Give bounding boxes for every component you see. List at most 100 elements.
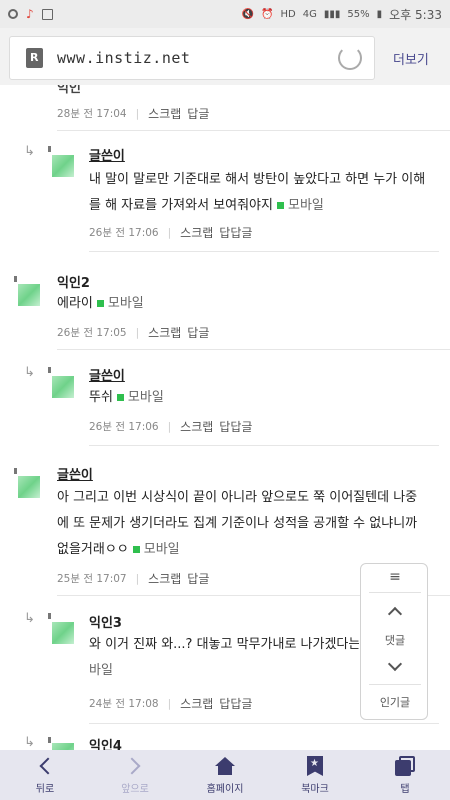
reply-arrow-icon: ↳ xyxy=(24,144,35,159)
scrap-button[interactable]: 스크랩 xyxy=(180,224,213,241)
comment-reply: ↳ 글쓴이 내 말이 말로만 기준대로 해서 방탄이 높았다고 하면 누가 이해… xyxy=(0,131,450,251)
popular-button[interactable]: 인기글 xyxy=(361,694,429,710)
comment-nickname[interactable]: 익인3 xyxy=(89,612,122,631)
comment-meta: 25분 전 17:07 | 스크랩 답글 xyxy=(57,570,215,587)
chevron-up-icon xyxy=(387,606,403,622)
comment-text: 아 그리고 이번 시상식이 끝이 아니라 앞으로도 쭉 이어질텐데 나중 에 또… xyxy=(57,485,447,563)
avatar xyxy=(18,284,40,306)
mobile-dot-icon xyxy=(96,299,104,307)
forward-button[interactable]: 앞으로 xyxy=(90,750,180,800)
mobile-label: 모바일 xyxy=(127,390,164,405)
avatar-marker xyxy=(48,367,51,373)
forward-arrow-icon xyxy=(123,757,141,775)
comment-nickname[interactable]: 글쓴이 xyxy=(89,145,125,164)
scrap-button[interactable]: 스크랩 xyxy=(148,105,181,122)
reply-button[interactable]: 답답글 xyxy=(219,224,252,241)
reply-button[interactable]: 답답글 xyxy=(219,695,252,712)
scrap-button[interactable]: 스크랩 xyxy=(148,570,181,587)
tabs-button[interactable]: 탭 xyxy=(360,750,450,800)
reply-button[interactable]: 답답글 xyxy=(219,418,252,435)
comment-time: 28분 전 17:04 xyxy=(57,108,127,120)
scroll-up-button[interactable] xyxy=(361,606,429,622)
browser-toolbar: www.instiz.net 더보기 xyxy=(0,28,450,85)
battery-percent: 55% xyxy=(347,8,370,20)
comment-nickname[interactable]: 익인4 xyxy=(89,735,122,750)
more-button[interactable]: 더보기 xyxy=(393,49,429,68)
tabs-label: 탭 xyxy=(400,784,410,795)
clock: 오후 5:33 xyxy=(389,7,442,22)
meta-separator: | xyxy=(167,697,172,710)
comment-reply: ↳ 글쓴이 뚜쉬 모바일 26분 전 17:06 | 스크랩 답답글 xyxy=(0,349,450,445)
image-icon xyxy=(41,8,53,20)
avatar-marker xyxy=(48,737,51,743)
bookmark-icon xyxy=(307,756,323,776)
meta-separator: | xyxy=(135,326,140,339)
comment-text: 에라이 모바일 xyxy=(57,291,437,317)
avatar xyxy=(52,743,74,750)
bottom-nav: 뒤로 앞으로 홈페이지 북마크 탭 xyxy=(0,750,450,800)
comment: 익인2 에라이 모바일 26분 전 17:05 | 스크랩 답글 xyxy=(0,251,450,349)
reply-arrow-icon: ↳ xyxy=(24,735,35,750)
reply-button[interactable]: 답글 xyxy=(187,105,209,122)
tabs-icon xyxy=(395,756,415,776)
comment-partial: 익인 28분 전 17:04 | 스크랩 답글 xyxy=(0,85,450,131)
comment-nickname[interactable]: 익인2 xyxy=(57,272,90,291)
bookmark-button[interactable]: 북마크 xyxy=(270,750,360,800)
avatar-marker xyxy=(48,613,51,619)
meta-separator: | xyxy=(167,420,172,433)
comment-text-line: 에 또 문제가 생기더라도 집계 기준이나 성적을 공개할 수 없냐니까 xyxy=(57,516,418,531)
home-button[interactable]: 홈페이지 xyxy=(180,750,270,800)
home-label: 홈페이지 xyxy=(206,784,244,795)
divider xyxy=(369,684,421,685)
comment-nickname[interactable]: 글쓴이 xyxy=(57,464,93,483)
hamburger-icon[interactable]: ≡ xyxy=(361,569,429,585)
comment-text-line: 내 말이 말로만 기준대로 해서 방탄이 높았다고 하면 누가 이해 xyxy=(89,172,426,187)
back-arrow-icon xyxy=(39,757,57,775)
comment-meta: 28분 전 17:04 | 스크랩 답글 xyxy=(57,105,215,122)
meta-separator: | xyxy=(135,572,140,585)
floating-nav: ≡ 댓글 인기글 xyxy=(360,563,428,720)
home-icon xyxy=(215,757,235,775)
comment-text-line: 없을거래ㅇㅇ xyxy=(57,542,129,557)
scrap-button[interactable]: 스크랩 xyxy=(180,418,213,435)
address-bar[interactable]: www.instiz.net xyxy=(9,36,375,80)
avatar-marker xyxy=(48,146,51,152)
reload-icon[interactable] xyxy=(338,46,362,70)
comment-text-line: 를 해 자료를 가져와서 보여줘야지 xyxy=(89,198,273,213)
notification-ring-icon xyxy=(8,9,18,19)
avatar-marker xyxy=(14,276,17,282)
comment-nickname-partial: 익인 xyxy=(57,85,81,96)
site-favicon-icon xyxy=(26,48,43,68)
comment-nickname[interactable]: 글쓴이 xyxy=(89,365,125,384)
comment-time: 26분 전 17:06 xyxy=(89,227,159,239)
forward-label: 앞으로 xyxy=(121,784,149,795)
back-button[interactable]: 뒤로 xyxy=(0,750,90,800)
network-label: 4G xyxy=(302,8,317,20)
scrap-button[interactable]: 스크랩 xyxy=(148,324,181,341)
url-text[interactable]: www.instiz.net xyxy=(57,49,190,67)
comment-text: 뚜쉬 모바일 xyxy=(89,385,439,411)
avatar-marker xyxy=(14,468,17,474)
comment-text-line: 에라이 xyxy=(57,296,93,311)
signal-icon: ▮▮▮ xyxy=(323,8,341,20)
mobile-label: 모바일 xyxy=(287,198,324,213)
comment-text: 내 말이 말로만 기준대로 해서 방탄이 높았다고 하면 누가 이해 를 해 자… xyxy=(89,167,444,219)
mobile-dot-icon xyxy=(276,201,284,209)
back-label: 뒤로 xyxy=(35,784,55,795)
alarm-icon: ⏰ xyxy=(261,8,274,20)
comment-meta: 24분 전 17:08 | 스크랩 답답글 xyxy=(89,695,258,712)
comment-time: 26분 전 17:05 xyxy=(57,327,127,339)
avatar xyxy=(52,622,74,644)
reply-button[interactable]: 답글 xyxy=(187,324,209,341)
chevron-down-icon xyxy=(387,656,403,672)
comment-text: 와 이거 진짜 와...? 대놓고 막무가내로 나가겠다는 xyxy=(89,632,359,658)
scroll-down-button[interactable] xyxy=(361,656,429,672)
scrap-button[interactable]: 스크랩 xyxy=(180,695,213,712)
reply-button[interactable]: 답글 xyxy=(187,570,209,587)
comment-meta: 26분 전 17:06 | 스크랩 답답글 xyxy=(89,224,258,241)
music-note-icon: ♪ xyxy=(26,6,34,21)
comments-button[interactable]: 댓글 xyxy=(361,632,429,648)
avatar xyxy=(52,376,74,398)
comment-text-line: 와 이거 진짜 와...? 대놓고 막무가내로 나가겠다는 xyxy=(89,637,359,652)
meta-separator: | xyxy=(135,107,140,120)
